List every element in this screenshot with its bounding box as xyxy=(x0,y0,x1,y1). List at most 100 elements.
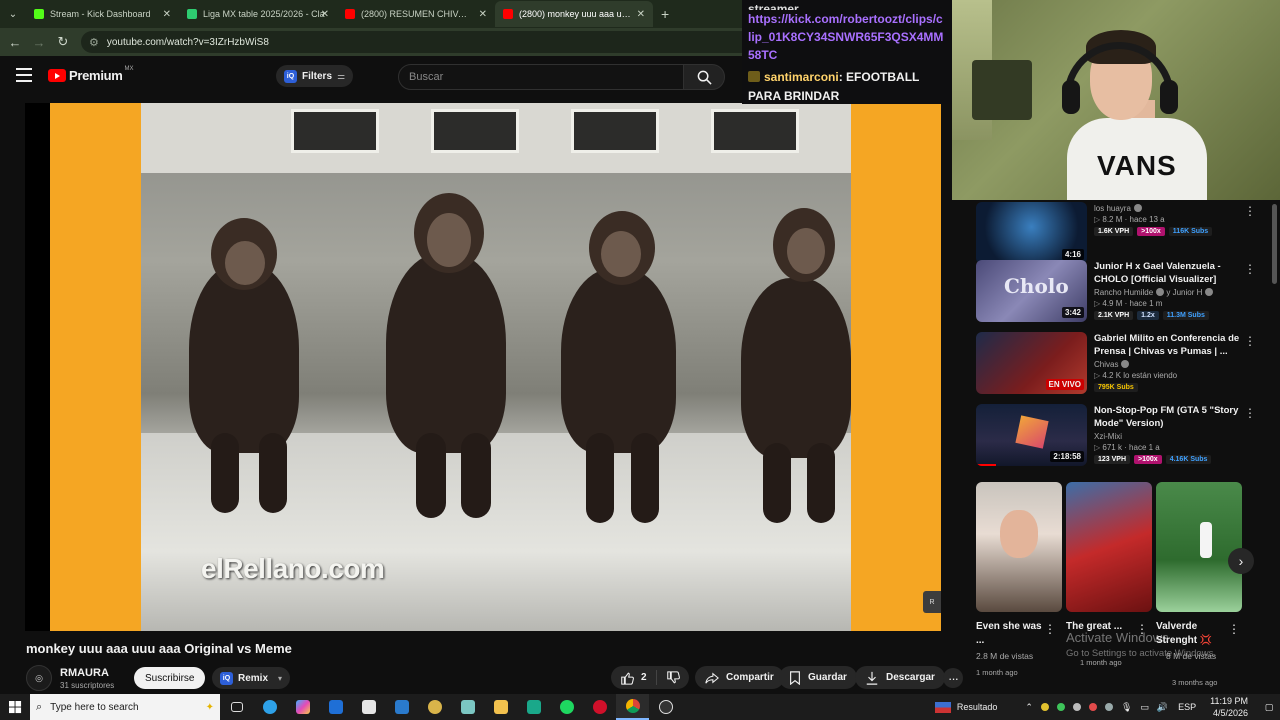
filters-button[interactable]: iQ Filters ⚌ xyxy=(276,65,354,87)
site-info-icon[interactable]: ⚙ xyxy=(89,36,99,49)
store-icon[interactable] xyxy=(352,694,385,720)
video-thumbnail[interactable]: 2:18:58 xyxy=(976,404,1087,466)
save-button[interactable]: Guardar xyxy=(779,666,857,689)
close-icon[interactable]: ✕ xyxy=(637,9,645,20)
forward-arrow-icon[interactable]: → xyxy=(27,30,51,54)
taskbar-clock[interactable]: 11:19 PM 4/5/2026 xyxy=(1210,695,1248,719)
channel-info: ◎ RMAURA 31 suscriptores xyxy=(26,665,114,691)
tray-app-icon[interactable] xyxy=(1056,703,1065,711)
video-player[interactable]: elRellano.com R xyxy=(25,103,941,631)
browser-tab-resumen[interactable]: (2800) RESUMEN CHIVAS VS PU ✕ xyxy=(337,1,495,27)
recommended-title[interactable]: Non-Stop-Pop FM (GTA 5 "Story Mode" Vers… xyxy=(1094,404,1244,430)
verified-icon xyxy=(1133,204,1142,212)
recommended-video[interactable]: Cholo 3:42 Junior H x Gael Valenzuela - … xyxy=(976,260,1266,324)
recommended-channel: los huayra xyxy=(1094,204,1244,213)
recommended-meta: ▷ 8.2 M · hace 13 a xyxy=(1094,215,1165,224)
close-icon[interactable]: ✕ xyxy=(321,9,329,20)
channel-avatar[interactable]: ◎ xyxy=(26,665,52,691)
kebab-menu-icon[interactable]: ⋮ xyxy=(1228,622,1240,636)
menu-icon[interactable] xyxy=(16,68,32,82)
chevron-right-icon[interactable]: › xyxy=(1228,548,1254,574)
browser-tab-monkey[interactable]: (2800) monkey uuu aaa uuu aa ✕ xyxy=(495,1,653,27)
download-button[interactable]: Descargar xyxy=(855,666,945,689)
recommended-title[interactable]: Junior H x Gael Valenzuela - CHOLO [Offi… xyxy=(1094,260,1244,286)
weather-widget[interactable]: Resultado xyxy=(934,701,997,713)
chat-clip-link[interactable]: https://kick.com/robertoozt/clips/clip_0… xyxy=(748,10,946,64)
download-icon xyxy=(866,671,878,685)
channel-name[interactable]: RMAURA xyxy=(60,667,114,679)
mail-icon[interactable] xyxy=(319,694,352,720)
search-input[interactable]: Buscar xyxy=(398,64,684,90)
short-thumbnail[interactable] xyxy=(1156,482,1242,612)
kebab-menu-icon[interactable]: ⋮ xyxy=(1044,622,1056,636)
kebab-menu-icon[interactable]: ⋮ xyxy=(1244,406,1256,420)
notifications-icon[interactable]: ▢ xyxy=(1258,702,1280,713)
video-thumbnail[interactable]: Cholo 3:42 xyxy=(976,260,1087,322)
tray-app-icon[interactable] xyxy=(1088,703,1097,711)
duration-badge: 2:18:58 xyxy=(1050,451,1084,462)
windows-start-button[interactable] xyxy=(0,694,30,720)
kebab-menu-icon[interactable]: ⋮ xyxy=(1244,204,1256,218)
dislike-button[interactable] xyxy=(657,670,689,685)
short-thumbnail[interactable] xyxy=(976,482,1062,612)
copilot-icon[interactable] xyxy=(286,694,319,720)
vph-chip: 123 VPH xyxy=(1094,455,1131,464)
chrome-icon[interactable] xyxy=(616,694,649,720)
search-button[interactable] xyxy=(683,64,725,90)
vscode-icon[interactable] xyxy=(385,694,418,720)
tray-app-icon[interactable] xyxy=(1040,703,1049,711)
app-icon[interactable] xyxy=(418,694,451,720)
spotify-icon[interactable] xyxy=(550,694,583,720)
kebab-menu-icon[interactable]: ⋮ xyxy=(1244,334,1256,348)
chevron-up-icon[interactable]: ⌃ xyxy=(1025,702,1033,713)
microphone-icon[interactable]: 🎙 xyxy=(1121,702,1132,713)
chimp-face xyxy=(601,231,641,277)
language-indicator[interactable]: ESP xyxy=(1178,702,1196,712)
close-icon[interactable]: ✕ xyxy=(163,9,171,20)
back-arrow-icon[interactable]: ← xyxy=(3,30,27,54)
browser-tab-liga[interactable]: Liga MX table 2025/2026 - Cla ✕ xyxy=(179,1,337,27)
channel-watermark-icon[interactable]: R xyxy=(923,591,941,613)
more-actions-button[interactable]: ··· xyxy=(943,668,963,688)
remix-button[interactable]: iQ Remix ▾ xyxy=(212,667,291,689)
thumbs-down-icon xyxy=(666,670,680,683)
close-icon[interactable]: ✕ xyxy=(479,9,487,20)
video-floor xyxy=(141,433,851,631)
edge-icon[interactable] xyxy=(253,694,286,720)
reload-icon[interactable]: ↻ xyxy=(51,30,75,54)
task-view-icon[interactable] xyxy=(220,694,253,720)
taskbar-search-input[interactable]: ⌕ Type here to search ✦ xyxy=(30,694,220,720)
like-button[interactable]: 2 xyxy=(611,670,657,685)
kebab-menu-icon[interactable]: ⋮ xyxy=(1244,262,1256,276)
youtube-logo[interactable]: Premium MX xyxy=(48,66,134,83)
video-thumbnail[interactable]: 4:16 xyxy=(976,202,1087,264)
sidebar-scrollbar[interactable] xyxy=(1272,204,1277,284)
volume-icon[interactable]: 🔊 xyxy=(1157,702,1168,713)
opera-icon[interactable] xyxy=(583,694,616,720)
new-tab-button[interactable]: + xyxy=(653,6,677,22)
tray-app-icon[interactable] xyxy=(1104,703,1113,711)
video-thumbnail[interactable]: EN VIVO xyxy=(976,332,1087,394)
recommended-video[interactable]: 2:18:58 Non-Stop-Pop FM (GTA 5 "Story Mo… xyxy=(976,404,1266,468)
recommended-sidebar: 4:16 los huayra ▷ 8.2 M · hace 13 a 1.6K… xyxy=(966,200,1280,692)
recommended-video[interactable]: 4:16 los huayra ▷ 8.2 M · hace 13 a 1.6K… xyxy=(976,202,1266,266)
network-icon[interactable]: ▭ xyxy=(1140,702,1149,713)
subscribe-button[interactable]: Suscribirse xyxy=(134,667,206,689)
short-ago: 1 month ago xyxy=(976,668,1018,677)
app-icon[interactable] xyxy=(517,694,550,720)
tab-search-icon[interactable]: ⌄ xyxy=(0,1,26,27)
chevron-down-icon[interactable]: ▾ xyxy=(278,674,282,683)
browser-tab-kick[interactable]: Stream - Kick Dashboard ✕ xyxy=(26,1,179,27)
recommended-video[interactable]: EN VIVO Gabriel Milito en Conferencia de… xyxy=(976,332,1266,396)
recommended-title[interactable]: Gabriel Milito en Conferencia de Prensa … xyxy=(1094,332,1244,358)
address-bar[interactable]: ⚙ youtube.com/watch?v=3IZrHzbWiS8 xyxy=(81,31,771,53)
tray-app-icon[interactable] xyxy=(1072,703,1081,711)
obs-icon[interactable] xyxy=(649,694,682,720)
share-button[interactable]: Compartir xyxy=(695,666,784,689)
video-watermark: elRellano.com xyxy=(201,553,385,584)
app-icon[interactable] xyxy=(451,694,484,720)
file-explorer-icon[interactable] xyxy=(484,694,517,720)
short-title[interactable]: Even she was ... xyxy=(976,620,1048,648)
chat-message: santimarconi: EFOOTBALL PARA BRINDAR xyxy=(748,68,946,106)
short-thumbnail[interactable] xyxy=(1066,482,1152,612)
